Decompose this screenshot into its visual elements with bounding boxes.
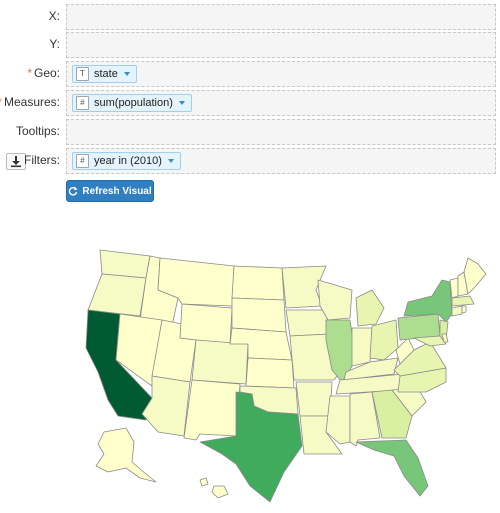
y-shelf-label: Y: — [49, 37, 60, 51]
state-arkansas[interactable] — [295, 381, 333, 417]
state-south-dakota[interactable] — [231, 297, 287, 333]
state-maryland[interactable] — [413, 335, 447, 347]
state-alaska[interactable] — [95, 427, 157, 483]
download-icon — [11, 156, 21, 168]
refresh-visual-button[interactable]: Refresh Visual — [66, 180, 154, 202]
state-hawaii[interactable] — [199, 477, 229, 499]
download-button[interactable] — [6, 153, 26, 170]
caret-down-icon[interactable] — [123, 72, 130, 76]
y-shelf: Y: — [0, 32, 500, 58]
state-massachusetts[interactable] — [451, 295, 475, 307]
required-marker: * — [0, 95, 2, 109]
number-type-icon: # — [76, 154, 89, 168]
geo-drop-zone[interactable]: T state — [66, 61, 496, 87]
x-shelf: X: — [0, 4, 500, 30]
tooltips-drop-zone[interactable] — [66, 119, 496, 145]
measures-label-text: Measures: — [3, 95, 60, 109]
y-drop-zone[interactable] — [66, 32, 496, 58]
filters-shelf: Filters: # year in (2010) — [0, 148, 500, 174]
state-oregon[interactable] — [87, 273, 147, 317]
choropleth-map — [85, 249, 487, 503]
geo-field-pill[interactable]: T state — [72, 65, 137, 83]
tooltips-shelf: Tooltips: — [0, 119, 500, 145]
state-kansas[interactable] — [245, 357, 295, 389]
state-rhode-island[interactable] — [461, 305, 467, 314]
filter-field-pill[interactable]: # year in (2010) — [72, 152, 181, 170]
state-connecticut[interactable] — [451, 305, 463, 317]
geo-label-text: Geo: — [33, 66, 60, 80]
state-north-dakota[interactable] — [231, 265, 285, 301]
state-colorado[interactable] — [191, 339, 249, 385]
measures-shelf: *Measures: # sum(population) — [0, 90, 500, 116]
geo-shelf-label: * Geo: — [27, 66, 60, 80]
measures-drop-zone[interactable]: # sum(population) — [66, 90, 496, 116]
state-washington[interactable] — [99, 249, 151, 279]
state-arizona[interactable] — [141, 375, 191, 437]
measures-shelf-label: *Measures: — [0, 95, 60, 109]
state-maine[interactable] — [463, 257, 487, 295]
state-florida[interactable] — [355, 439, 429, 497]
caret-down-icon[interactable] — [178, 101, 185, 105]
state-michigan[interactable] — [355, 289, 385, 327]
state-new-mexico[interactable] — [183, 379, 241, 441]
filters-drop-zone[interactable]: # year in (2010) — [66, 148, 496, 174]
x-drop-zone[interactable] — [66, 4, 496, 30]
geo-shelf: * Geo: T state — [0, 61, 500, 87]
state-iowa[interactable] — [285, 309, 331, 337]
geo-field-name: state — [94, 68, 118, 80]
text-type-icon: T — [76, 67, 89, 81]
measure-field-pill[interactable]: # sum(population) — [72, 94, 192, 112]
filters-shelf-label: Filters: — [24, 153, 60, 167]
state-wyoming[interactable] — [179, 303, 233, 345]
filter-field-name: year in (2010) — [94, 155, 162, 167]
tooltips-shelf-label: Tooltips: — [15, 124, 60, 138]
refresh-icon — [69, 186, 78, 196]
x-shelf-label: X: — [48, 9, 60, 23]
state-indiana[interactable] — [351, 327, 373, 367]
refresh-button-label: Refresh Visual — [82, 185, 152, 197]
state-ohio[interactable] — [369, 319, 399, 361]
measure-field-name: sum(population) — [94, 97, 173, 109]
caret-down-icon[interactable] — [167, 159, 174, 163]
number-type-icon: # — [76, 96, 89, 110]
required-marker: * — [27, 66, 32, 80]
state-shapes — [85, 249, 487, 503]
